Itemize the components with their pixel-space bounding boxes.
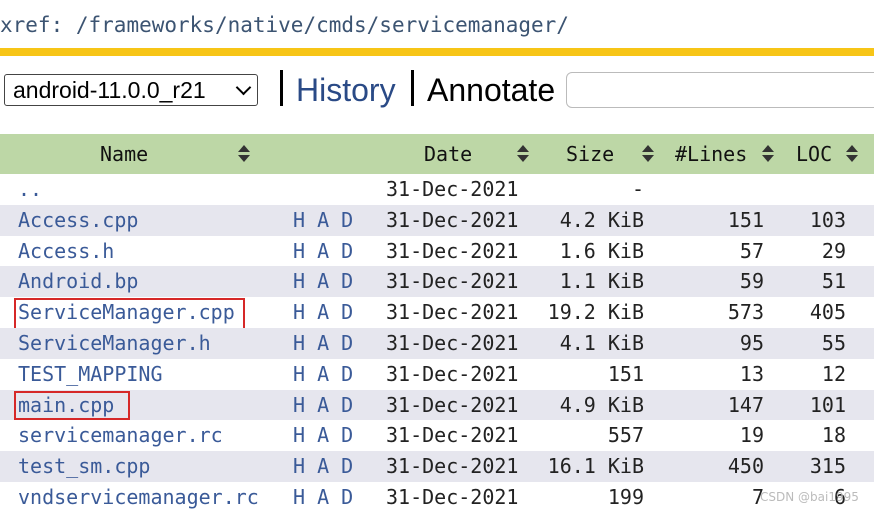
- sort-icon[interactable]: [238, 145, 250, 163]
- file-lines: 95: [739, 330, 764, 355]
- table-row: Access.cpp H A D 31-Dec-2021 4.2 KiB 151…: [0, 204, 874, 236]
- highlight-box: [14, 298, 245, 331]
- header-loc[interactable]: LOC: [796, 134, 832, 174]
- table-row: TEST_MAPPING H A D 31-Dec-2021 151 13 12: [0, 359, 874, 390]
- file-loc: 12: [821, 361, 846, 386]
- file-lines: 573: [727, 300, 764, 325]
- file-table: .. 31-Dec-2021 - Access.cpp H A D 31-Dec…: [0, 174, 874, 513]
- file-date: 31-Dec-2021: [386, 330, 519, 355]
- file-lines: 450: [727, 454, 764, 479]
- had-links[interactable]: H A D: [293, 482, 353, 513]
- file-size: 4.9 KiB: [559, 392, 644, 417]
- history-link[interactable]: History: [296, 68, 396, 112]
- file-link[interactable]: servicemanager.rc: [18, 420, 223, 451]
- table-row: ServiceManager.cpp H A D 31-Dec-2021 19.…: [0, 297, 874, 331]
- had-links[interactable]: H A D: [293, 236, 353, 267]
- file-loc: 405: [809, 300, 846, 325]
- file-date: 31-Dec-2021: [386, 361, 519, 386]
- had-links[interactable]: H A D: [293, 451, 353, 482]
- file-loc: 29: [821, 238, 846, 263]
- file-link[interactable]: vndservicemanager.rc: [18, 482, 259, 513]
- xref-breadcrumb: xref: /frameworks/native/cmds/serviceman…: [0, 8, 569, 42]
- header-name[interactable]: Name: [100, 134, 148, 174]
- header-lines[interactable]: #Lines: [675, 134, 747, 174]
- file-date: 31-Dec-2021: [386, 484, 519, 509]
- sort-icon[interactable]: [517, 145, 529, 163]
- table-row: ServiceManager.h H A D 31-Dec-2021 4.1 K…: [0, 327, 874, 359]
- file-size: 557: [607, 423, 644, 448]
- file-size: 1.6 KiB: [559, 238, 644, 263]
- file-loc: 315: [809, 454, 846, 479]
- table-row: .. 31-Dec-2021 -: [0, 174, 874, 205]
- had-links[interactable]: H A D: [293, 390, 353, 421]
- file-loc: 18: [821, 423, 846, 448]
- file-date: 31-Dec-2021: [386, 177, 519, 201]
- file-lines: 151: [727, 207, 764, 232]
- had-links[interactable]: H A D: [293, 297, 353, 328]
- file-link[interactable]: test_sm.cpp: [18, 451, 150, 482]
- header-size[interactable]: Size: [566, 134, 614, 174]
- file-link[interactable]: Android.bp: [18, 266, 138, 297]
- file-date: 31-Dec-2021: [386, 238, 519, 263]
- file-size: 4.1 KiB: [559, 330, 644, 355]
- separator: [280, 70, 283, 106]
- file-lines: 19: [739, 423, 764, 448]
- highlight-box: [14, 390, 130, 420]
- table-row: vndservicemanager.rc H A D 31-Dec-2021 1…: [0, 482, 874, 513]
- file-lines: 57: [739, 238, 764, 263]
- table-row: main.cpp H A D 31-Dec-2021 4.9 KiB 147 1…: [0, 389, 874, 421]
- sort-icon[interactable]: [642, 145, 654, 163]
- file-size: -: [631, 177, 644, 201]
- file-link[interactable]: ..: [18, 174, 42, 205]
- version-select[interactable]: android-11.0.0_r21: [4, 74, 258, 106]
- separator: [411, 70, 414, 106]
- watermark: CSDN @bai1995: [760, 490, 859, 504]
- file-size: 199: [607, 484, 644, 509]
- file-date: 31-Dec-2021: [386, 207, 519, 232]
- table-row: Access.h H A D 31-Dec-2021 1.6 KiB 57 29: [0, 236, 874, 267]
- file-size: 16.1 KiB: [547, 454, 644, 479]
- table-row: servicemanager.rc H A D 31-Dec-2021 557 …: [0, 420, 874, 451]
- accent-bar: [0, 48, 874, 56]
- file-date: 31-Dec-2021: [386, 269, 519, 294]
- sort-icon[interactable]: [846, 145, 858, 163]
- annotate-link[interactable]: Annotate: [427, 68, 555, 112]
- table-header: Name Date Size #Lines LOC: [0, 134, 874, 174]
- file-size: 151: [607, 361, 644, 386]
- file-lines: 147: [727, 392, 764, 417]
- file-lines: 13: [739, 361, 764, 386]
- sort-icon[interactable]: [762, 145, 774, 163]
- had-links[interactable]: H A D: [293, 420, 353, 451]
- file-link[interactable]: TEST_MAPPING: [18, 359, 163, 390]
- file-link[interactable]: Access.h: [18, 236, 114, 267]
- table-row: test_sm.cpp H A D 31-Dec-2021 16.1 KiB 4…: [0, 451, 874, 482]
- file-date: 31-Dec-2021: [386, 392, 519, 417]
- file-loc: 101: [809, 392, 846, 417]
- file-date: 31-Dec-2021: [386, 300, 519, 325]
- file-size: 19.2 KiB: [547, 300, 644, 325]
- file-loc: 103: [809, 207, 846, 232]
- version-select-value: android-11.0.0_r21: [13, 77, 206, 103]
- file-size: 1.1 KiB: [559, 269, 644, 294]
- file-size: 4.2 KiB: [559, 207, 644, 232]
- file-loc: 55: [821, 330, 846, 355]
- search-input[interactable]: [566, 72, 874, 108]
- table-row: Android.bp H A D 31-Dec-2021 1.1 KiB 59 …: [0, 266, 874, 298]
- had-links[interactable]: H A D: [293, 359, 353, 390]
- file-lines: 59: [739, 269, 764, 294]
- had-links[interactable]: H A D: [293, 328, 353, 359]
- file-link[interactable]: ServiceManager.h: [18, 328, 211, 359]
- had-links[interactable]: H A D: [293, 205, 353, 236]
- file-date: 31-Dec-2021: [386, 423, 519, 448]
- toolbar: android-11.0.0_r21 History Annotate: [0, 68, 874, 112]
- header-date[interactable]: Date: [424, 134, 472, 174]
- file-date: 31-Dec-2021: [386, 454, 519, 479]
- had-links[interactable]: H A D: [293, 266, 353, 297]
- xref-path[interactable]: /frameworks/native/cmds/servicemanager/: [76, 13, 569, 37]
- file-loc: 51: [821, 269, 846, 294]
- xref-label: xref:: [0, 13, 64, 37]
- chevron-down-icon: [235, 79, 252, 96]
- file-link[interactable]: Access.cpp: [18, 205, 138, 236]
